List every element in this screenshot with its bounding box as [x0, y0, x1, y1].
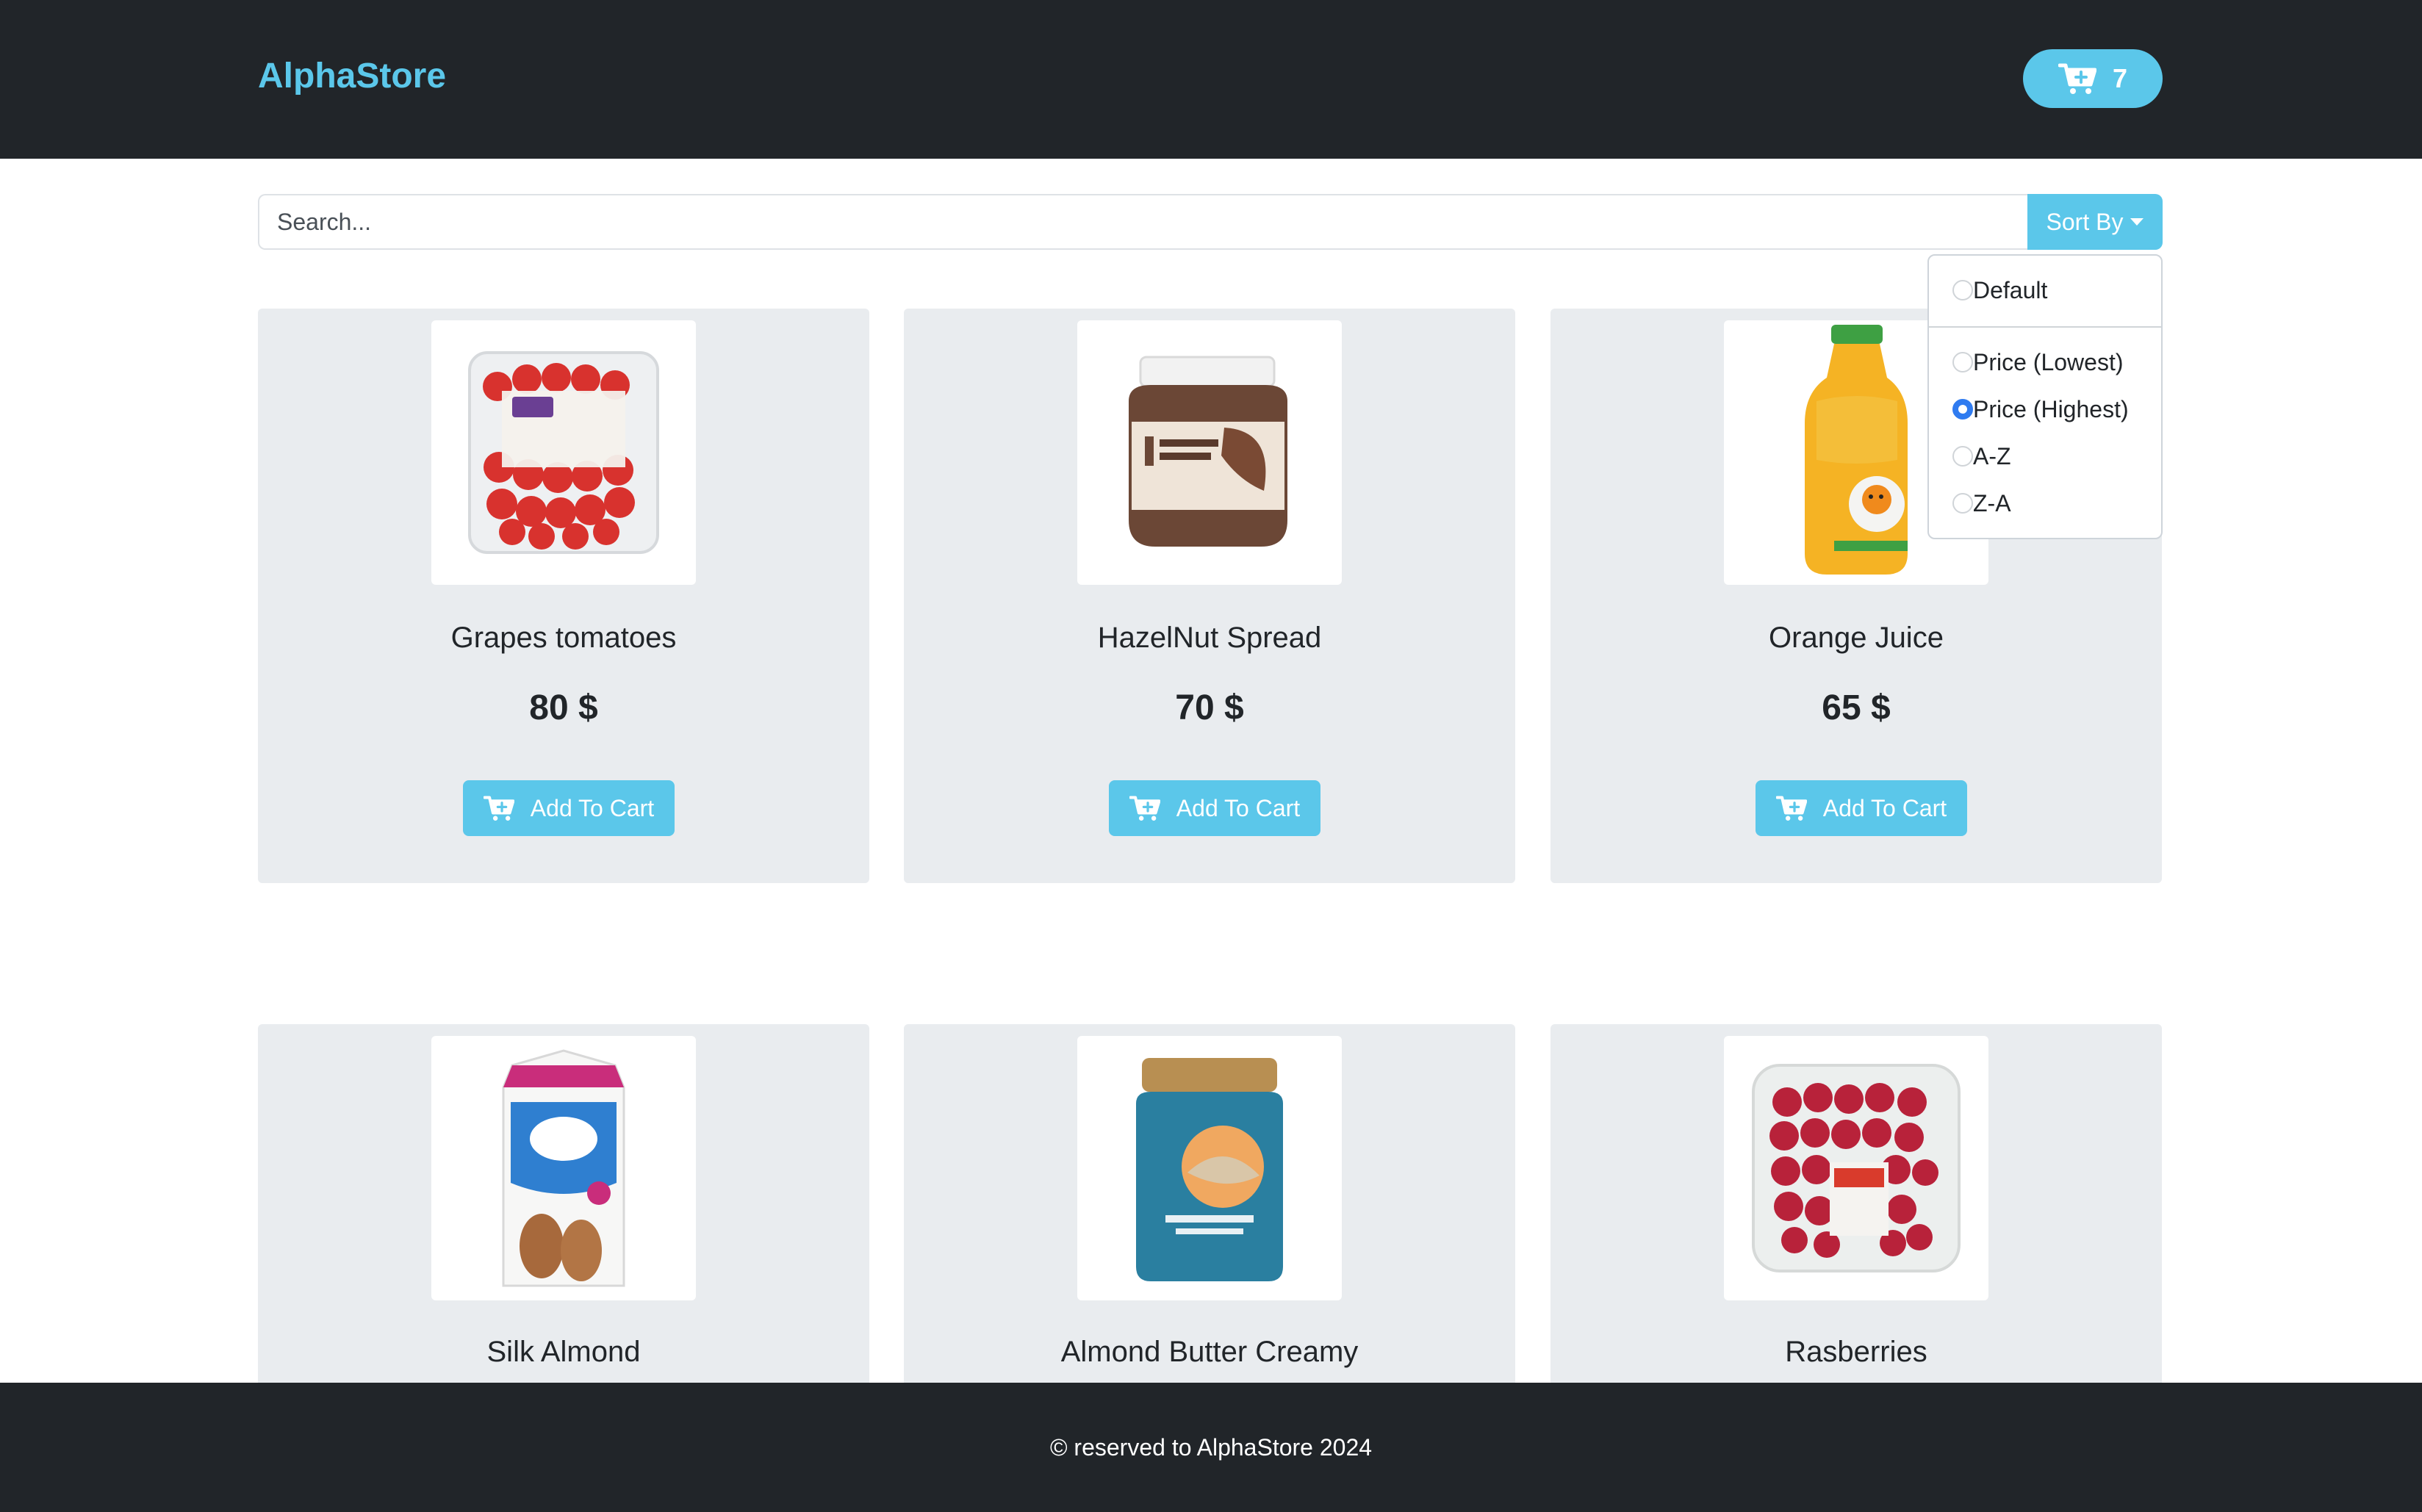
sort-dropdown-menu: Default Price (Lowest) Price (Highest) A…: [1927, 254, 2163, 539]
add-to-cart-label: Add To Cart: [530, 794, 655, 821]
sort-option-a-z[interactable]: A-Z: [1952, 438, 2011, 475]
product-image-hazelnut-spread: [1077, 320, 1342, 585]
add-to-cart-button[interactable]: Add To Cart: [463, 780, 675, 836]
radio-price-highest[interactable]: [1952, 399, 1973, 420]
dropdown-divider: [1929, 326, 2161, 328]
sort-option-label: A-Z: [1973, 442, 2011, 469]
cart-count: 7: [2112, 63, 2128, 93]
product-card: Grapes tomatoes 80 $ Add To Cart: [258, 309, 869, 883]
sort-option-price-lowest[interactable]: Price (Lowest): [1952, 344, 2124, 381]
product-image-silk-almond: [431, 1036, 696, 1300]
product-name[interactable]: Orange Juice: [1550, 622, 2162, 655]
product-name[interactable]: Grapes tomatoes: [258, 622, 869, 655]
navbar: AlphaStore 7: [0, 0, 2422, 159]
sort-option-price-highest[interactable]: Price (Highest): [1952, 391, 2129, 428]
product-image-grape-tomatoes: [431, 320, 696, 585]
cart-plus-icon: [1775, 796, 1807, 821]
sort-option-label: Default: [1973, 276, 2048, 303]
product-price: 65 $: [1822, 688, 1891, 727]
product-image-almond-butter: [1077, 1036, 1342, 1300]
search-bar: Sort By: [258, 194, 2163, 250]
caret-down-icon: [2130, 218, 2144, 226]
product-name[interactable]: Almond Butter Creamy: [904, 1336, 1515, 1369]
sort-by-label: Sort By: [2046, 208, 2124, 235]
product-card: HazelNut Spread 70 $ Add To Cart: [904, 309, 1515, 883]
cart-plus-icon: [2058, 63, 2096, 94]
product-image-rasberries: [1724, 1036, 1988, 1300]
product-name[interactable]: Silk Almond: [258, 1336, 869, 1369]
product-card: Silk Almond: [258, 1024, 869, 1406]
footer: © reserved to AlphaStore 2024: [0, 1383, 2422, 1512]
add-to-cart-button[interactable]: Add To Cart: [1109, 780, 1320, 836]
cart-button[interactable]: 7: [2023, 49, 2163, 108]
search-input[interactable]: [258, 194, 2027, 250]
sort-option-label: Price (Lowest): [1973, 348, 2124, 375]
cart-plus-icon: [1129, 796, 1160, 821]
sort-option-label: Price (Highest): [1973, 395, 2129, 422]
add-to-cart-label: Add To Cart: [1176, 794, 1301, 821]
sort-by-button[interactable]: Sort By: [2027, 194, 2163, 250]
cart-plus-icon: [483, 796, 514, 821]
radio-z-a[interactable]: [1952, 493, 1973, 514]
product-price: 70 $: [1175, 688, 1244, 727]
add-to-cart-button[interactable]: Add To Cart: [1756, 780, 1967, 836]
add-to-cart-label: Add To Cart: [1822, 794, 1947, 821]
sort-option-z-a[interactable]: Z-A: [1952, 485, 2011, 522]
radio-price-lowest[interactable]: [1952, 352, 1973, 372]
radio-default[interactable]: [1952, 280, 1973, 300]
radio-a-z[interactable]: [1952, 446, 1973, 467]
product-name[interactable]: HazelNut Spread: [904, 622, 1515, 655]
footer-copyright: © reserved to AlphaStore 2024: [1049, 1433, 1373, 1461]
sort-option-label: Z-A: [1973, 489, 2011, 516]
product-price: 80 $: [529, 688, 598, 727]
product-card: Rasberries: [1550, 1024, 2162, 1406]
brand-logo[interactable]: AlphaStore: [258, 56, 446, 96]
sort-option-default[interactable]: Default: [1952, 272, 2047, 309]
product-name[interactable]: Rasberries: [1550, 1336, 2162, 1369]
product-card: Almond Butter Creamy: [904, 1024, 1515, 1406]
